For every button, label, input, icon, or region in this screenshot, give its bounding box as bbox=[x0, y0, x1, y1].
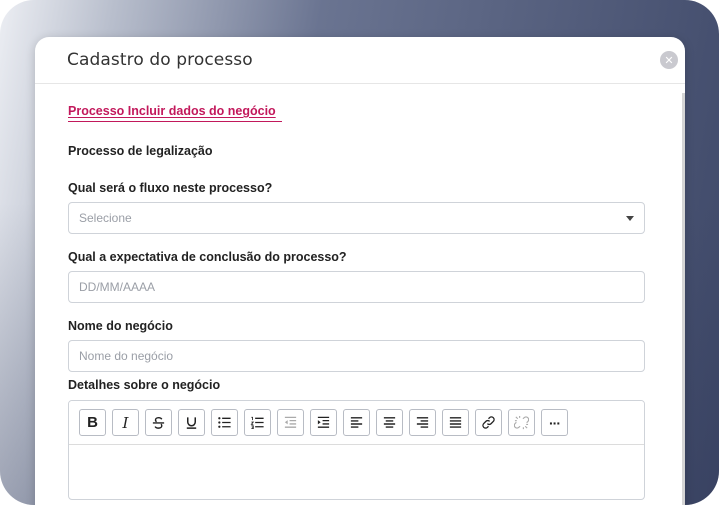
underline-icon[interactable] bbox=[178, 409, 205, 436]
italic-icon[interactable]: I bbox=[112, 409, 139, 436]
process-registration-modal: Cadastro do processo ✕ Processo Incluir … bbox=[35, 37, 685, 505]
modal-body: Processo Incluir dados do negócio Proces… bbox=[68, 102, 645, 500]
link-icon[interactable] bbox=[475, 409, 502, 436]
outdent-icon[interactable] bbox=[277, 409, 304, 436]
bullet-list-icon[interactable] bbox=[211, 409, 238, 436]
align-right-icon[interactable] bbox=[409, 409, 436, 436]
deadline-label: Qual a expectativa de conclusão do proce… bbox=[68, 250, 347, 264]
justify-icon[interactable] bbox=[442, 409, 469, 436]
deadline-date-input[interactable]: DD/MM/AAAA bbox=[68, 271, 645, 303]
scrollbar[interactable] bbox=[682, 93, 685, 505]
bold-icon[interactable]: B bbox=[79, 409, 106, 436]
indent-icon[interactable] bbox=[310, 409, 337, 436]
align-left-icon[interactable] bbox=[343, 409, 370, 436]
more-icon[interactable]: ··· bbox=[541, 409, 568, 436]
editor-toolbar: B I ··· bbox=[69, 401, 644, 445]
strikethrough-icon[interactable] bbox=[145, 409, 172, 436]
flow-select-value: Selecione bbox=[79, 211, 132, 225]
numbered-list-icon[interactable] bbox=[244, 409, 271, 436]
unlink-icon[interactable] bbox=[508, 409, 535, 436]
chevron-down-icon bbox=[626, 216, 634, 221]
section-heading: Processo de legalização bbox=[68, 144, 213, 158]
tab-business-data[interactable]: Processo Incluir dados do negócio bbox=[68, 104, 282, 122]
business-name-input[interactable]: Nome do negócio bbox=[68, 340, 645, 372]
details-label: Detalhes sobre o negócio bbox=[68, 378, 221, 392]
deadline-placeholder: DD/MM/AAAA bbox=[79, 280, 156, 294]
modal-header: Cadastro do processo ✕ bbox=[35, 37, 685, 84]
modal-title: Cadastro do processo bbox=[67, 50, 253, 70]
business-name-label: Nome do negócio bbox=[68, 319, 173, 333]
flow-label: Qual será o fluxo neste processo? bbox=[68, 181, 273, 195]
align-center-icon[interactable] bbox=[376, 409, 403, 436]
flow-select[interactable]: Selecione bbox=[68, 202, 645, 234]
close-icon[interactable]: ✕ bbox=[660, 51, 678, 69]
business-name-placeholder: Nome do negócio bbox=[79, 349, 174, 363]
details-rich-text-editor[interactable]: B I ··· bbox=[68, 400, 645, 500]
